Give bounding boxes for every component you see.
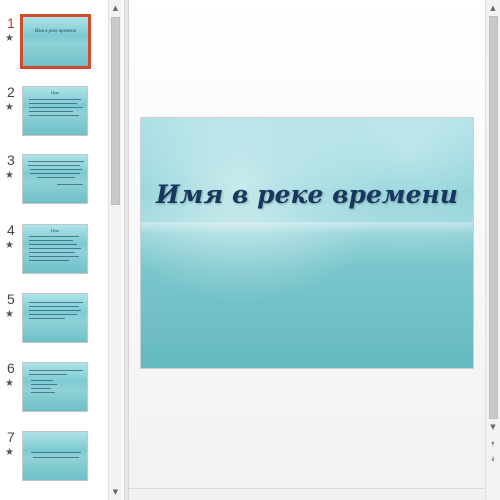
scroll-up-icon[interactable]: ▲ bbox=[109, 1, 122, 15]
slide-thumbnail-3[interactable] bbox=[22, 154, 88, 204]
animation-star-icon: ★ bbox=[5, 170, 14, 181]
slide-thumbnail-2[interactable]: Цели bbox=[22, 86, 88, 136]
slide-number: 5 bbox=[7, 291, 15, 307]
scroll-down-icon[interactable]: ▼ bbox=[486, 420, 500, 434]
thumbnail-text-line bbox=[29, 314, 77, 315]
slide-thumbnail-pane: 1 ★ Имя в реке времени 2 ★ Цели 3 ★ 4 ★ … bbox=[0, 0, 108, 500]
thumbnail-text-line bbox=[29, 310, 81, 311]
slide-thumbnail-row[interactable]: 5 ★ bbox=[0, 291, 108, 349]
thumbnail-text-line bbox=[29, 99, 81, 100]
thumbnail-text-line bbox=[30, 169, 82, 170]
thumbnail-text-line bbox=[29, 370, 83, 371]
thumbnail-text-line bbox=[29, 256, 79, 257]
thumbnail-text-line bbox=[29, 111, 73, 112]
animation-star-icon: ★ bbox=[5, 378, 14, 389]
slide-thumbnail-row[interactable]: 4 ★ Цели bbox=[0, 222, 108, 280]
slide-number: 3 bbox=[7, 152, 15, 168]
thumbnail-text-line bbox=[29, 244, 77, 245]
thumbnail-text-line bbox=[29, 115, 79, 116]
slide-number: 6 bbox=[7, 360, 15, 376]
slide-thumbnail-row[interactable]: 6 ★ bbox=[0, 360, 108, 418]
animation-star-icon: ★ bbox=[5, 447, 14, 458]
slide-thumbnail-row[interactable]: 2 ★ Цели bbox=[0, 84, 108, 142]
main-scroll-thumb[interactable] bbox=[489, 16, 498, 419]
thumbnail-text-line bbox=[28, 161, 84, 162]
thumbnail-title: Цели bbox=[50, 90, 60, 95]
main-scrollbar[interactable]: ▲ ▼ ⯭ ⯯ bbox=[485, 0, 500, 500]
thumbnail-text-line bbox=[31, 384, 57, 385]
divider bbox=[129, 488, 485, 489]
thumbnail-scrollbar[interactable]: ▲ ▼ bbox=[108, 0, 122, 500]
animation-star-icon: ★ bbox=[5, 33, 14, 44]
thumbnail-text-line bbox=[30, 173, 80, 174]
animation-star-icon: ★ bbox=[5, 240, 14, 251]
thumbnail-title: Имя в реке времени bbox=[34, 29, 77, 34]
thumbnail-text-line bbox=[29, 302, 83, 303]
thumbnail-text-line bbox=[29, 240, 73, 241]
thumbnail-text-line bbox=[29, 318, 65, 319]
thumbnail-text-line bbox=[29, 103, 77, 104]
slide-number: 2 bbox=[7, 84, 15, 100]
thumbnail-text-line bbox=[29, 374, 67, 375]
animation-star-icon: ★ bbox=[5, 309, 14, 320]
previous-slide-icon[interactable]: ⯭ bbox=[486, 437, 500, 451]
next-slide-icon[interactable]: ⯯ bbox=[486, 452, 500, 466]
thumbnail-text-line bbox=[31, 392, 55, 393]
slide-editing-area: Имя в реке времени bbox=[129, 0, 485, 500]
main-slide-canvas[interactable]: Имя в реке времени bbox=[141, 118, 473, 368]
slide-thumbnail-row[interactable]: 1 ★ Имя в реке времени bbox=[0, 14, 108, 73]
scroll-down-icon[interactable]: ▼ bbox=[109, 485, 122, 499]
thumbnail-text-line bbox=[31, 452, 81, 453]
thumbnail-text-line bbox=[37, 177, 75, 178]
slide-thumbnail-1[interactable]: Имя в реке времени bbox=[20, 14, 91, 69]
slide-title[interactable]: Имя в реке времени bbox=[141, 180, 473, 209]
scroll-up-icon[interactable]: ▲ bbox=[486, 1, 500, 15]
slide-number: 1 bbox=[7, 15, 15, 31]
slide-thumbnail-row[interactable]: 3 ★ bbox=[0, 152, 108, 210]
slide-thumbnail-4[interactable]: Цели bbox=[22, 224, 88, 274]
sea-horizon bbox=[141, 222, 473, 234]
thumbnail-text-line bbox=[29, 107, 83, 108]
thumbnail-text-line bbox=[33, 457, 79, 458]
slide-thumbnail-5[interactable] bbox=[22, 293, 88, 343]
thumbnail-text-line bbox=[28, 165, 80, 166]
thumbnail-scroll-thumb[interactable] bbox=[111, 17, 120, 205]
thumbnail-text-line bbox=[31, 380, 53, 381]
slide-number: 4 bbox=[7, 222, 15, 238]
slide-number: 7 bbox=[7, 429, 15, 445]
thumbnail-text-line bbox=[29, 306, 79, 307]
thumbnail-text-line bbox=[29, 236, 79, 237]
thumbnail-text-line bbox=[29, 252, 75, 253]
animation-star-icon: ★ bbox=[5, 102, 14, 113]
slide-thumbnail-7[interactable] bbox=[22, 431, 88, 481]
thumbnail-text-line bbox=[29, 260, 69, 261]
thumbnail-text-line bbox=[31, 388, 51, 389]
thumbnail-text-line bbox=[57, 184, 83, 185]
thumbnail-text-line bbox=[29, 248, 81, 249]
slide-thumbnail-row[interactable]: 7 ★ bbox=[0, 429, 108, 487]
thumbnail-title: Цели bbox=[50, 228, 60, 233]
slide-thumbnail-6[interactable] bbox=[22, 362, 88, 412]
